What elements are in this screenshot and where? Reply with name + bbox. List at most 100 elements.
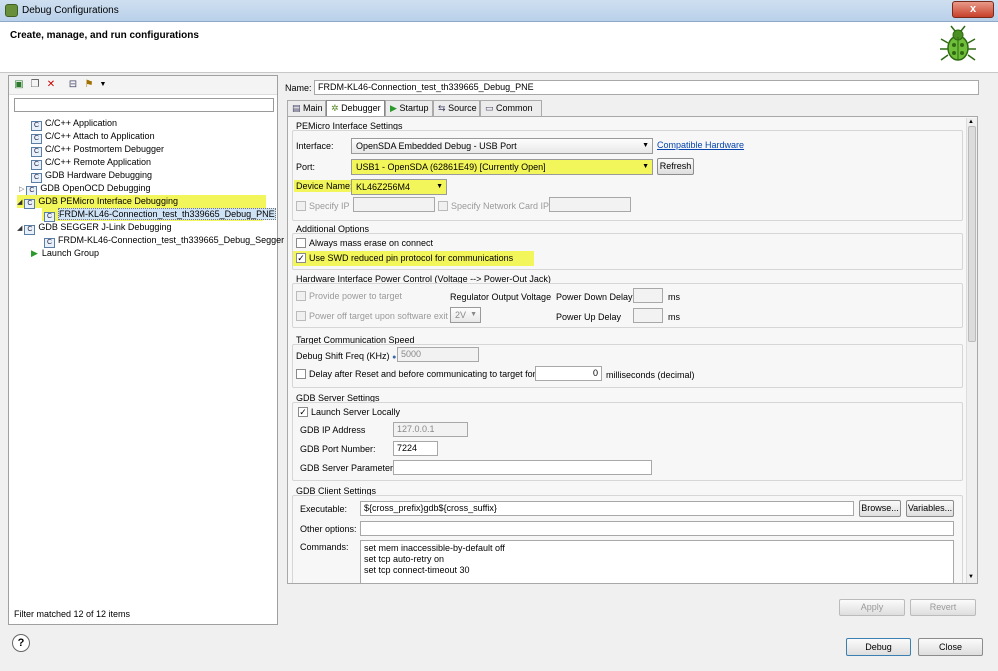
duplicate-icon[interactable]: ❐ xyxy=(29,79,41,91)
collapse-all-icon[interactable]: ⊟ xyxy=(67,79,79,91)
debug-button[interactable]: Debug xyxy=(846,638,911,656)
gdb-ip-input[interactable]: 127.0.0.1 xyxy=(393,422,468,437)
tree-item[interactable]: ◢ C GDB PEMicro Interface Debugging xyxy=(17,195,266,209)
delete-icon[interactable]: ✕ xyxy=(45,79,57,91)
new-config-icon[interactable]: ▣ xyxy=(13,79,25,91)
tree-item[interactable]: ◢ C GDB SEGGER J-Link Debugging xyxy=(17,221,171,235)
filter-icon[interactable]: ⚑ xyxy=(83,79,95,91)
device-name-label: Device Name: xyxy=(294,180,355,192)
tab-debugger[interactable]: ✲ Debugger xyxy=(326,100,385,116)
tree-item[interactable]: ▷ C GDB OpenOCD Debugging xyxy=(19,182,150,196)
c-config-icon: C xyxy=(24,225,36,235)
window-title: Debug Configurations xyxy=(22,5,119,16)
shift-freq-label: Debug Shift Freq (KHz) ● xyxy=(296,351,396,361)
tree-item[interactable]: C FRDM-KL46-Connection_test_th339665_Debu… xyxy=(44,234,284,248)
tree-item[interactable]: C C/C++ Attach to Application xyxy=(31,130,155,144)
config-name-input[interactable]: FRDM-KL46-Connection_test_th339665_Debug… xyxy=(314,80,979,95)
port-value: USB1 - OpenSDA (62861E49) [Currently Ope… xyxy=(356,162,546,172)
device-name-select[interactable]: KL46Z256M4 ▼ xyxy=(351,179,447,195)
chevron-down-icon: ▼ xyxy=(642,163,649,170)
filter-input[interactable] xyxy=(14,98,274,112)
tab-main[interactable]: ▤ Main xyxy=(287,100,326,116)
swd-reduced-checkbox[interactable]: ✓ xyxy=(296,253,306,263)
swd-reduced-label: Use SWD reduced pin protocol for communi… xyxy=(309,253,514,263)
apply-button[interactable]: Apply xyxy=(839,599,905,616)
power-down-unit: ms xyxy=(668,292,680,302)
command-line: set mem inaccessible-by-default off xyxy=(364,543,505,553)
tree-item-label: GDB Hardware Debugging xyxy=(45,170,153,180)
power-down-input[interactable] xyxy=(633,288,663,303)
interface-select[interactable]: OpenSDA Embedded Debug - USB Port ▼ xyxy=(351,138,653,154)
vertical-scrollbar[interactable]: ▲ ▼ xyxy=(966,118,977,583)
scroll-thumb[interactable] xyxy=(968,126,976,342)
interface-label: Interface: xyxy=(296,141,334,151)
ip-input[interactable] xyxy=(353,197,435,212)
variables-button[interactable]: Variables... xyxy=(906,500,954,517)
voltage-value: 2V xyxy=(455,310,467,320)
specify-netcard-label: Specify Network Card IP xyxy=(451,201,550,211)
specify-ip-checkbox[interactable] xyxy=(296,201,306,211)
power-off-checkbox[interactable] xyxy=(296,311,306,321)
port-select[interactable]: USB1 - OpenSDA (62861E49) [Currently Ope… xyxy=(351,159,653,175)
delay-reset-checkbox[interactable] xyxy=(296,369,306,379)
tab-source[interactable]: ⇆ Source xyxy=(433,100,480,116)
scroll-down-icon[interactable]: ▼ xyxy=(968,574,974,580)
tree-item-selected[interactable]: C FRDM-KL46-Connection_test_th339665_Debu… xyxy=(42,208,276,222)
specify-netcard-checkbox[interactable] xyxy=(438,201,448,211)
executable-input[interactable]: ${cross_prefix}gdb${cross_suffix} xyxy=(360,501,854,516)
executable-label: Executable: xyxy=(300,504,348,514)
expand-arrow-icon[interactable]: ▷ xyxy=(19,186,24,193)
command-line: set tcp connect-timeout 30 xyxy=(364,565,470,575)
launch-local-label: Launch Server Locally xyxy=(311,407,401,417)
delay-unit: milliseconds (decimal) xyxy=(606,370,695,380)
filter-status: Filter matched 12 of 12 items xyxy=(14,609,131,619)
config-toolbar: ▣ ❐ ✕ ⊟ ⚑ ▼ xyxy=(9,76,277,95)
other-options-input[interactable] xyxy=(360,521,954,536)
tree-item[interactable]: C C/C++ Postmortem Debugger xyxy=(31,143,165,157)
close-button[interactable]: Close xyxy=(918,638,983,656)
tree-item[interactable]: C C/C++ Application xyxy=(31,117,117,131)
shift-freq-input[interactable]: 5000 xyxy=(397,347,479,362)
netcard-ip-input[interactable] xyxy=(549,197,631,212)
debugger-tab-content: PEMicro Interface Settings Interface: Op… xyxy=(287,116,978,584)
collapse-arrow-icon[interactable]: ◢ xyxy=(17,199,22,206)
browse-button[interactable]: Browse... xyxy=(859,500,901,517)
tab-startup[interactable]: ▶ Startup xyxy=(385,100,433,116)
tree-item-label: Launch Group xyxy=(41,248,99,258)
tree-item[interactable]: ▶ Launch Group xyxy=(31,247,99,260)
chevron-down-icon: ▼ xyxy=(436,183,443,190)
launch-local-checkbox[interactable]: ✓ xyxy=(298,407,308,417)
provide-power-checkbox[interactable] xyxy=(296,291,306,301)
power-up-input[interactable] xyxy=(633,308,663,323)
tab-common[interactable]: ▭ Common xyxy=(480,100,542,116)
tree-item[interactable]: C GDB Hardware Debugging xyxy=(31,169,153,183)
refresh-button[interactable]: Refresh xyxy=(657,158,694,175)
c-config-icon: C xyxy=(24,199,36,209)
window-close-button[interactable]: x xyxy=(952,1,994,18)
gdb-ip-label: GDB IP Address xyxy=(300,425,366,435)
gdb-port-input[interactable]: 7224 xyxy=(393,441,438,456)
name-label: Name: xyxy=(285,83,312,93)
compatible-hardware-link[interactable]: Compatible Hardware xyxy=(657,140,744,150)
scroll-up-icon[interactable]: ▲ xyxy=(968,119,974,125)
info-icon: ● xyxy=(392,354,397,361)
bug-icon xyxy=(940,25,976,61)
gdb-params-input[interactable] xyxy=(393,460,652,475)
port-label: Port: xyxy=(296,162,316,172)
mass-erase-checkbox[interactable] xyxy=(296,238,306,248)
chevron-down-icon[interactable]: ▼ xyxy=(97,79,109,91)
commands-textarea[interactable]: set mem inaccessible-by-default off set … xyxy=(360,540,954,583)
gdb-params-label: GDB Server Parameters: xyxy=(300,463,401,473)
chevron-down-icon: ▼ xyxy=(642,142,649,149)
delay-input[interactable]: 0 xyxy=(535,366,602,381)
specify-ip-label: Specify IP xyxy=(309,201,350,211)
tree-item[interactable]: C C/C++ Remote Application xyxy=(31,156,151,170)
voltage-select[interactable]: 2V ▼ xyxy=(450,307,481,323)
tab-label: Debugger xyxy=(341,103,381,113)
revert-button[interactable]: Revert xyxy=(910,599,976,616)
help-icon[interactable]: ? xyxy=(12,634,30,652)
tab-label: Source xyxy=(448,103,477,113)
collapse-arrow-icon[interactable]: ◢ xyxy=(17,225,22,232)
tab-label: Startup xyxy=(399,103,429,113)
tree-item-label: C/C++ Postmortem Debugger xyxy=(45,144,165,154)
